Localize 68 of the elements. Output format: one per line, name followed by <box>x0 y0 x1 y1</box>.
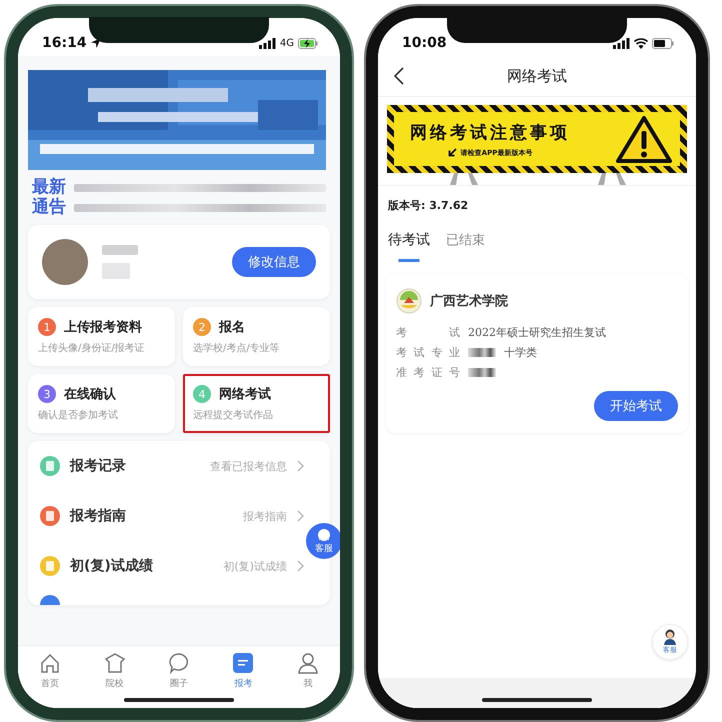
menu-item[interactable]: 报考指南 报考指南 <box>40 491 304 542</box>
menu-title: 报考指南 <box>70 507 127 526</box>
status-time: 16:14 <box>42 35 87 51</box>
tab-bar-item[interactable]: 圈子 <box>146 652 212 690</box>
step-card[interactable]: 1 上传报考资料 上传头像/身份证/报考证 <box>28 307 175 366</box>
menu-item[interactable]: 报考记录 查看已报考信息 <box>40 441 304 492</box>
step-card[interactable]: 4 网络考试 远程提交考试作品 <box>183 374 330 434</box>
step-subtitle: 选学校/考点/专业等 <box>193 342 281 356</box>
tab[interactable]: 已结束 <box>446 231 485 262</box>
step-subtitle: 确认是否参加考试 <box>38 408 119 422</box>
signal-icon <box>613 38 630 48</box>
battery-charging-icon <box>298 38 318 48</box>
step-title: 上传报考资料 <box>64 319 142 336</box>
menu-detail: 报考指南 <box>243 508 287 524</box>
school-name: 广西艺术学院 <box>430 292 508 310</box>
step-title: 网络考试 <box>219 386 271 404</box>
tab-bar-item[interactable]: 院校 <box>82 652 147 690</box>
step-card[interactable]: 2 报名 选学校/考点/专业等 <box>183 307 330 366</box>
tab-bar-item[interactable]: 首页 <box>18 652 82 690</box>
step-title: 报名 <box>219 319 245 336</box>
warning-icon <box>616 115 672 163</box>
school-logo-icon <box>396 288 422 314</box>
customer-service-button[interactable]: 客服 <box>306 523 340 560</box>
version-text: 版本号: 3.7.62 <box>387 198 470 213</box>
menu-detail: 初(复)试成绩 <box>223 558 287 574</box>
notice-label: 最新通告 <box>32 178 66 218</box>
field-label: 考试 <box>396 325 460 340</box>
arrow-down-left-icon <box>448 148 457 157</box>
field-value: 2022年硕士研究生招生复试 <box>468 325 606 340</box>
person-icon <box>296 652 319 674</box>
field-label: 考试专业 <box>396 345 460 360</box>
back-icon <box>394 67 404 85</box>
step-subtitle: 上传头像/身份证/报考证 <box>38 342 146 356</box>
signal-icon <box>258 38 276 48</box>
step-title: 在线确认 <box>64 386 116 404</box>
start-exam-button[interactable]: 开始考试 <box>594 391 678 421</box>
chevron-right-icon <box>297 460 304 472</box>
battery-icon <box>652 38 674 48</box>
menu-title: 初(复)试成绩 <box>70 557 154 576</box>
field-label: 准考证号 <box>396 365 460 380</box>
shield-icon <box>104 652 126 674</box>
step-number: 4 <box>193 385 211 404</box>
page-title: 网络考试 <box>506 66 568 86</box>
blurred-text <box>102 263 130 280</box>
blurred-text <box>102 245 138 256</box>
field-value: 十学类 <box>504 345 537 360</box>
network-type: 4G <box>280 38 294 48</box>
tab-bar-item[interactable]: 我 <box>276 652 340 690</box>
menu-item[interactable]: 初(复)试成绩 初(复)试成绩 <box>40 541 304 592</box>
person-icon <box>662 629 678 645</box>
wifi-icon <box>634 38 648 48</box>
banner-title: 网络考试注意事项 <box>410 122 570 144</box>
chevron-right-icon <box>297 560 304 572</box>
step-number: 2 <box>193 318 211 336</box>
edit-info-button[interactable]: 修改信息 <box>232 247 316 278</box>
step-card[interactable]: 3 在线确认 确认是否参加考试 <box>28 374 175 434</box>
speech-bubble-icon <box>168 652 190 674</box>
tab-bar-item[interactable]: 报考 <box>211 652 276 690</box>
house-icon <box>39 652 62 674</box>
menu-detail: 查看已报考信息 <box>210 458 287 474</box>
step-number: 3 <box>38 385 56 404</box>
step-number: 1 <box>38 318 56 336</box>
tab[interactable]: 待考试 <box>388 231 430 262</box>
avatar <box>42 239 88 286</box>
step-subtitle: 远程提交考试作品 <box>193 408 274 422</box>
status-time: 10:08 <box>402 35 447 51</box>
menu-title: 报考记录 <box>70 457 127 476</box>
chevron-right-icon <box>297 510 304 522</box>
